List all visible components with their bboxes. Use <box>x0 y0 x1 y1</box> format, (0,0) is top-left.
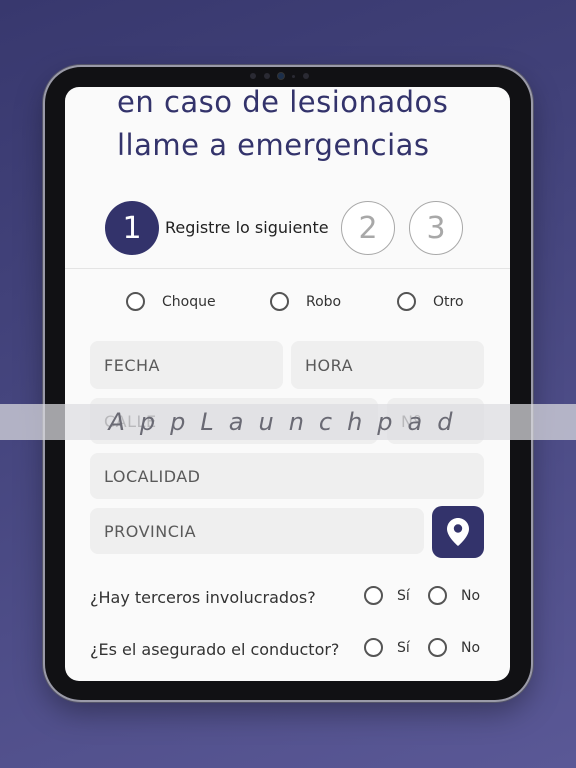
sensor-dot <box>250 73 256 79</box>
answer-yes-label: Sí <box>397 587 410 604</box>
emergency-headline: en caso de lesionados llame a emergencia… <box>117 87 497 167</box>
incident-type-group: Choque Robo Otro <box>65 292 510 316</box>
location-pin-icon <box>447 518 469 546</box>
question-text: ¿Es el asegurado el conductor? <box>90 640 340 659</box>
divider <box>65 268 510 269</box>
step-1-label: Registre lo siguiente <box>165 218 329 237</box>
incident-type-otro[interactable]: Otro <box>397 292 464 311</box>
headline-line-2: llame a emergencias <box>117 128 430 162</box>
answer-yes[interactable]: Sí <box>364 638 410 657</box>
provincia-input[interactable] <box>90 508 424 554</box>
step-1-circle[interactable]: 1 <box>105 201 159 255</box>
localidad-input[interactable] <box>90 453 484 499</box>
question-terceros: ¿Hay terceros involucrados? Sí No <box>90 586 490 612</box>
fecha-input[interactable] <box>90 341 283 389</box>
location-button[interactable] <box>432 506 484 558</box>
answer-no-label: No <box>461 639 481 656</box>
radio-icon[interactable] <box>428 586 447 605</box>
incident-type-label: Robo <box>306 293 342 310</box>
step-3-circle[interactable]: 3 <box>409 201 463 255</box>
sensor-dot <box>264 73 270 79</box>
radio-icon[interactable] <box>270 292 289 311</box>
answer-no-label: No <box>461 587 481 604</box>
answer-yes-label: Sí <box>397 639 410 656</box>
incident-type-robo[interactable]: Robo <box>270 292 341 311</box>
camera-lens-icon <box>278 73 284 79</box>
radio-icon[interactable] <box>364 586 383 605</box>
incident-type-label: Choque <box>162 293 216 310</box>
step-2-circle[interactable]: 2 <box>341 201 395 255</box>
answer-yes[interactable]: Sí <box>364 586 410 605</box>
radio-icon[interactable] <box>428 638 447 657</box>
camera-bar <box>250 73 309 79</box>
question-conductor: ¿Es el asegurado el conductor? Sí No <box>90 638 490 664</box>
watermark-banner: AppLaunchpad <box>0 404 576 440</box>
radio-icon[interactable] <box>364 638 383 657</box>
app-screen: en caso de lesionados llame a emergencia… <box>65 87 510 681</box>
headline-line-1: en caso de lesionados <box>117 87 449 119</box>
question-text: ¿Hay terceros involucrados? <box>90 588 316 607</box>
radio-icon[interactable] <box>126 292 145 311</box>
radio-icon[interactable] <box>397 292 416 311</box>
sensor-dot <box>292 74 295 78</box>
incident-type-choque[interactable]: Choque <box>126 292 216 311</box>
hora-input[interactable] <box>291 341 484 389</box>
incident-type-label: Otro <box>433 293 464 310</box>
sensor-dot <box>303 73 309 79</box>
answer-no[interactable]: No <box>428 638 480 657</box>
step-indicator: 1 Registre lo siguiente 2 3 <box>105 201 505 257</box>
answer-no[interactable]: No <box>428 586 480 605</box>
